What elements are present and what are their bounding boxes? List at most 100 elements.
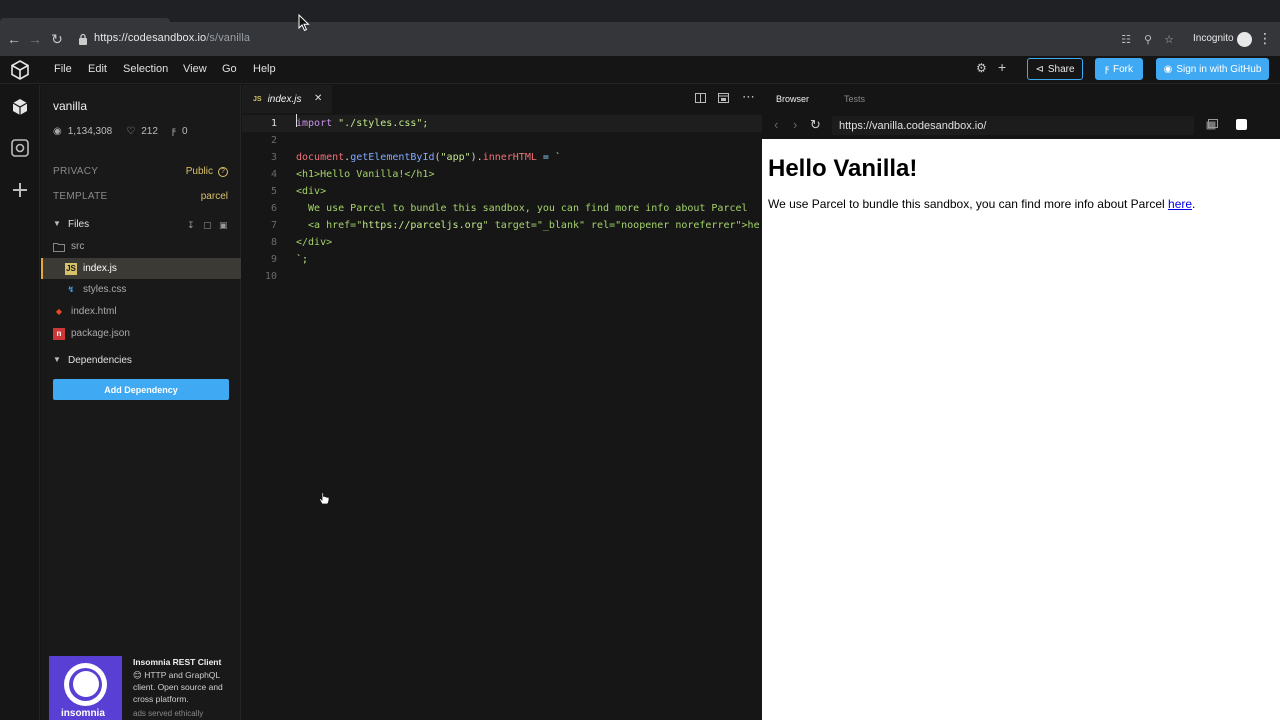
code-token: We use Parcel to bundle this sandbox, yo… <box>296 203 748 214</box>
preview-url-input[interactable]: https://vanilla.codesandbox.io/ <box>832 116 1194 135</box>
likes-stat[interactable]: ♡ 212 <box>126 126 158 137</box>
code-token: </div> <box>296 237 333 248</box>
menu-go[interactable]: Go <box>222 63 237 75</box>
zoom-icon[interactable]: ⚲ <box>1139 30 1157 48</box>
incognito-icon[interactable] <box>1237 32 1252 47</box>
forward-arrow-icon[interactable]: → <box>24 28 46 50</box>
ad-title[interactable]: Insomnia REST Client <box>133 657 221 667</box>
chevron-right-icon[interactable]: › <box>793 117 797 132</box>
template-value[interactable]: parcel <box>201 191 228 202</box>
github-icon: ◉ <box>1163 63 1173 75</box>
preview-page: Hello Vanilla! We use Parcel to bundle t… <box>762 139 1280 720</box>
tree-item-index-html[interactable]: ◆ index.html <box>41 301 241 322</box>
download-icon[interactable]: ↧ <box>187 220 197 230</box>
code-token: " target="_blank" rel="noopener noreferr… <box>482 220 760 231</box>
code-line[interactable]: 3 document.getElementById("app").innerHTM… <box>242 149 762 166</box>
menu-help[interactable]: Help <box>253 63 276 75</box>
line-number: 9 <box>270 254 277 265</box>
new-file-icon[interactable]: ▢ <box>203 220 213 230</box>
sponsor-ad[interactable]: insomnia Insomnia REST Client 😊 HTTP and… <box>49 656 239 720</box>
code-text: <h1>Hello Vanilla!</h1> <box>296 169 762 180</box>
preview-nav-bar: ‹ › ↻ https://vanilla.codesandbox.io/ <box>762 113 1280 139</box>
sandbox-title: vanilla <box>53 99 88 113</box>
reload-icon[interactable]: ↻ <box>46 28 68 50</box>
code-line[interactable]: 8 </div> <box>242 234 762 251</box>
plus-icon[interactable] <box>10 180 30 200</box>
preview-paragraph-text: We use Parcel to bundle this sandbox, yo… <box>768 197 1169 211</box>
star-icon[interactable]: ☆ <box>1160 30 1178 48</box>
codesandbox-logo-icon[interactable] <box>9 59 31 81</box>
plus-icon[interactable]: + <box>998 59 1006 75</box>
code-line[interactable]: 1 import "./styles.css"; <box>242 115 762 132</box>
add-dependency-button[interactable]: Add Dependency <box>53 379 229 400</box>
fork-button[interactable]: ϝ Fork <box>1095 58 1143 80</box>
tree-item-package-json[interactable]: n package.json <box>41 323 241 344</box>
tree-item-index-js[interactable]: JS index.js <box>41 258 241 279</box>
code-line[interactable]: 5 <div> <box>242 183 762 200</box>
forks-stat: ϝ0 <box>172 126 188 137</box>
preview-heading: Hello Vanilla! <box>768 155 918 182</box>
tree-item-styles-css[interactable]: ↯ styles.css <box>41 279 241 300</box>
menu-view[interactable]: View <box>183 63 207 75</box>
devtools-toggle-icon[interactable] <box>1236 119 1247 130</box>
code-line[interactable]: 10 <box>242 268 762 285</box>
tree-item-label: index.html <box>71 306 117 317</box>
more-actions-icon[interactable]: ⋯ <box>742 89 755 104</box>
url-field[interactable]: https://codesandbox.io/s/vanilla <box>94 32 250 44</box>
menu-file[interactable]: File <box>54 63 72 75</box>
chevron-left-icon[interactable]: ‹ <box>774 117 778 132</box>
code-line[interactable]: 9 `; <box>242 251 762 268</box>
code-token: <a href=" <box>296 220 363 231</box>
code-line[interactable]: 4 <h1>Hello Vanilla!</h1> <box>242 166 762 183</box>
privacy-value[interactable]: Public? <box>186 166 228 177</box>
tab-tests[interactable]: Tests <box>844 94 865 104</box>
kebab-menu-icon[interactable]: ⋮ <box>1258 31 1272 45</box>
code-token: innerHTML <box>482 152 537 163</box>
browser-address-bar: ← → ↻ https://codesandbox.io/s/vanilla ☷… <box>0 22 1280 56</box>
line-number: 2 <box>270 135 277 146</box>
chevron-down-icon: ▼ <box>53 355 61 364</box>
cube-icon[interactable] <box>10 97 30 117</box>
dependencies-section-header[interactable]: ▼ Dependencies <box>41 351 241 371</box>
split-editor-icon[interactable] <box>695 93 707 105</box>
code-token: https://parceljs.org <box>362 220 483 231</box>
menu-selection[interactable]: Selection <box>123 63 168 75</box>
code-line[interactable]: 7 <a href="https://parceljs.org" target=… <box>242 217 762 234</box>
code-text: document.getElementById("app").innerHTML… <box>296 152 762 163</box>
refresh-icon[interactable]: ↻ <box>810 117 821 133</box>
ad-footer[interactable]: ads served ethically <box>133 709 203 718</box>
npm-file-icon: n <box>53 327 65 340</box>
code-token: "./styles.css"; <box>332 118 429 129</box>
privacy-label: PRIVACY <box>53 166 99 177</box>
activity-bar <box>0 85 40 720</box>
translate-icon[interactable]: ☷ <box>1117 30 1135 48</box>
code-token: ). <box>470 152 483 163</box>
files-section-header[interactable]: ▼ Files ↧ ▢ ▣ <box>41 215 241 235</box>
code-token: <div> <box>296 186 327 197</box>
tree-item-src[interactable]: src <box>41 236 241 257</box>
tab-index-js[interactable]: JS index.js ✕ <box>242 85 332 113</box>
gear-icon[interactable]: ⚙ <box>976 61 987 75</box>
insomnia-logo-image[interactable]: insomnia <box>49 656 122 720</box>
menu-edit[interactable]: Edit <box>88 63 107 75</box>
code-token: = <box>536 152 555 163</box>
preview-tab-bar: Browser Tests <box>762 85 1280 113</box>
code-line[interactable]: 2 <box>242 132 762 149</box>
fork-icon: ϝ <box>1104 63 1110 75</box>
code-area[interactable]: 1 import "./styles.css"; 2 3 document.getEle… <box>242 113 762 720</box>
tab-browser[interactable]: Browser <box>776 94 809 104</box>
incognito-label[interactable]: Incognito <box>1193 33 1234 44</box>
app-header: File Edit Selection View Go Help ⚙ + ⊲ Sh… <box>0 56 1280 84</box>
info-icon[interactable]: ? <box>218 166 228 177</box>
settings-box-icon[interactable] <box>10 138 30 158</box>
js-badge-icon: JS <box>253 95 262 103</box>
new-folder-icon[interactable]: ▣ <box>219 220 229 230</box>
preview-window-icon[interactable] <box>718 93 730 105</box>
open-new-window-icon[interactable] <box>1206 119 1218 130</box>
preview-link-here[interactable]: here <box>1168 197 1192 211</box>
back-arrow-icon[interactable]: ← <box>3 28 25 50</box>
share-button[interactable]: ⊲ Share <box>1027 58 1083 80</box>
close-icon[interactable]: ✕ <box>314 93 322 104</box>
sign-in-github-button[interactable]: ◉ Sign in with GitHub <box>1156 58 1269 80</box>
code-line[interactable]: 6 We use Parcel to bundle this sandbox, … <box>242 200 762 217</box>
